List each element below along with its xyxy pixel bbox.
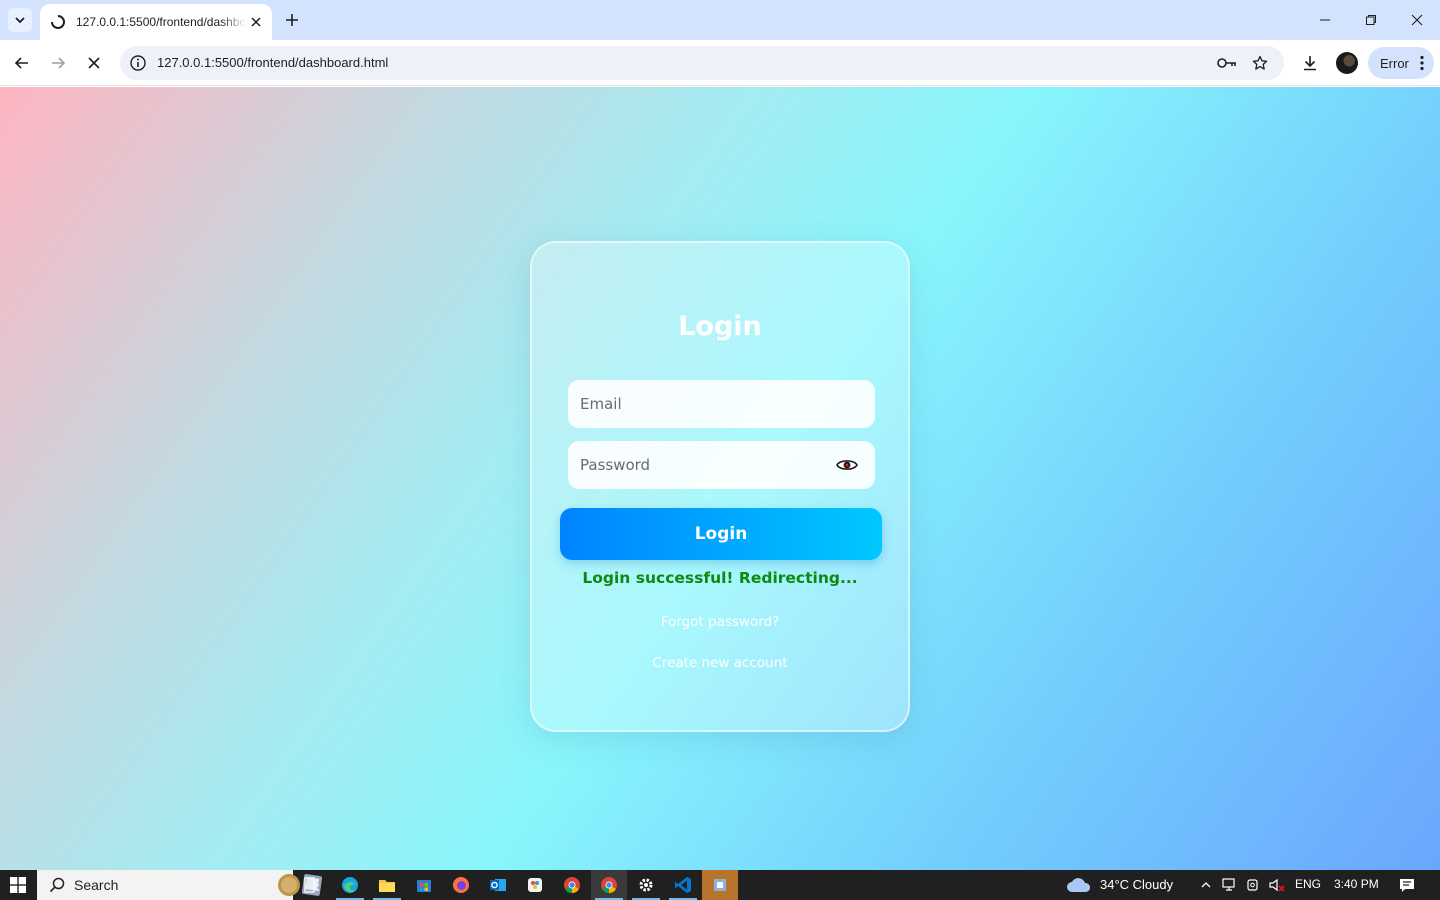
forward-button[interactable] <box>46 51 70 75</box>
weather-text[interactable]: 34°C Cloudy <box>1100 877 1173 892</box>
minimize-button[interactable] <box>1302 0 1348 40</box>
browser-tab[interactable]: 127.0.0.1:5500/frontend/dashboard.html <box>40 4 272 40</box>
minimize-icon <box>1320 19 1330 21</box>
loading-spinner-icon <box>51 15 65 29</box>
eye-icon[interactable] <box>836 457 858 473</box>
restore-button[interactable] <box>1348 0 1394 40</box>
volume-button[interactable] <box>1268 876 1286 894</box>
chrome-icon <box>564 877 580 894</box>
status-message: Login successful! Redirecting... <box>582 569 858 587</box>
bookmark-button[interactable] <box>1250 53 1270 73</box>
key-icon <box>1217 58 1236 68</box>
taskbar-app-vscode[interactable] <box>665 870 701 900</box>
meet-icon-button[interactable] <box>1245 876 1263 894</box>
address-bar[interactable]: 127.0.0.1:5500/frontend/dashboard.html <box>120 46 1284 80</box>
download-icon <box>1304 56 1316 71</box>
tab-title: 127.0.0.1:5500/frontend/dashboard.html <box>76 15 246 29</box>
login-card: Login Login Login successful! Redirectin… <box>530 241 910 732</box>
windows-logo-icon <box>10 877 26 893</box>
store-icon <box>417 880 431 892</box>
cloud-icon <box>1067 878 1091 892</box>
password-key-button[interactable] <box>1217 53 1237 73</box>
app-icon <box>714 879 726 891</box>
taskbar-app-firefox[interactable] <box>443 870 479 900</box>
taskbar-search[interactable]: Search <box>37 870 323 900</box>
back-button[interactable] <box>10 51 34 75</box>
notification-icon <box>1400 879 1414 892</box>
restore-icon <box>1366 15 1376 25</box>
clock[interactable]: 3:40 PM <box>1334 877 1379 891</box>
edge-icon <box>342 877 358 893</box>
close-tab-icon[interactable] <box>248 14 264 30</box>
taskbar-app-settings[interactable] <box>628 870 664 900</box>
start-button[interactable] <box>0 870 36 900</box>
outlook-icon <box>490 879 506 891</box>
paint-icon <box>528 878 542 892</box>
taskbar-app-other[interactable] <box>702 870 738 900</box>
close-icon <box>1411 14 1423 26</box>
error-chip-label: Error <box>1380 55 1409 71</box>
arrow-right-icon <box>52 57 66 69</box>
task-view-button[interactable] <box>294 870 330 900</box>
taskbar-app-file-explorer[interactable] <box>369 870 405 900</box>
star-icon <box>1252 55 1268 70</box>
url-text[interactable]: 127.0.0.1:5500/frontend/dashboard.html <box>157 55 388 70</box>
network-icon <box>1222 878 1235 891</box>
login-button[interactable]: Login <box>560 508 882 560</box>
show-hidden-icons-button[interactable] <box>1197 876 1215 894</box>
login-title: Login <box>678 311 762 342</box>
chrome-icon <box>601 877 617 894</box>
folder-icon <box>379 880 395 892</box>
close-icon <box>88 57 100 69</box>
taskbar-app-store[interactable] <box>406 870 442 900</box>
notifications-button[interactable] <box>1398 876 1416 894</box>
forgot-password-link[interactable]: Forgot password? <box>532 614 908 630</box>
browser-toolbar: 127.0.0.1:5500/frontend/dashboard.html E… <box>0 40 1440 86</box>
volume-muted-icon <box>1269 878 1285 892</box>
stop-loading-button[interactable] <box>82 51 106 75</box>
info-icon[interactable] <box>129 54 147 72</box>
profile-error-chip[interactable]: Error <box>1368 47 1434 79</box>
downloads-button[interactable] <box>1298 51 1322 75</box>
taskbar-app-outlook[interactable] <box>480 870 516 900</box>
chevron-up-icon <box>1201 882 1211 888</box>
profile-avatar[interactable] <box>1336 52 1358 74</box>
new-tab-icon[interactable] <box>282 10 302 30</box>
search-icon <box>49 877 65 893</box>
taskbar-app-paint[interactable] <box>517 870 553 900</box>
gear-icon <box>639 878 653 892</box>
taskbar-app-chrome[interactable] <box>554 870 590 900</box>
page-background: Login Login Login successful! Redirectin… <box>0 87 1440 870</box>
language-indicator[interactable]: ENG <box>1295 877 1321 891</box>
email-field[interactable] <box>568 380 875 428</box>
task-view-icon <box>304 877 319 893</box>
close-window-button[interactable] <box>1394 0 1440 40</box>
browser-titlebar: 127.0.0.1:5500/frontend/dashboard.html <box>0 0 1440 40</box>
network-icon-button[interactable] <box>1221 876 1239 894</box>
taskbar-app-chrome-active[interactable] <box>591 870 627 900</box>
more-vert-icon <box>1420 55 1424 71</box>
create-account-link[interactable]: Create new account <box>532 655 908 671</box>
firefox-icon <box>453 877 469 893</box>
taskbar-app-edge[interactable] <box>332 870 368 900</box>
camera-icon <box>1247 879 1258 891</box>
tab-search-button[interactable] <box>8 8 32 32</box>
chevron-down-icon <box>15 17 25 24</box>
arrow-left-icon <box>14 57 28 69</box>
password-field[interactable] <box>568 441 875 489</box>
vscode-icon <box>675 877 691 893</box>
windows-taskbar: Search 34°C Cloudy ENG 3:40 PM <box>0 870 1440 900</box>
search-label: Search <box>74 877 119 893</box>
